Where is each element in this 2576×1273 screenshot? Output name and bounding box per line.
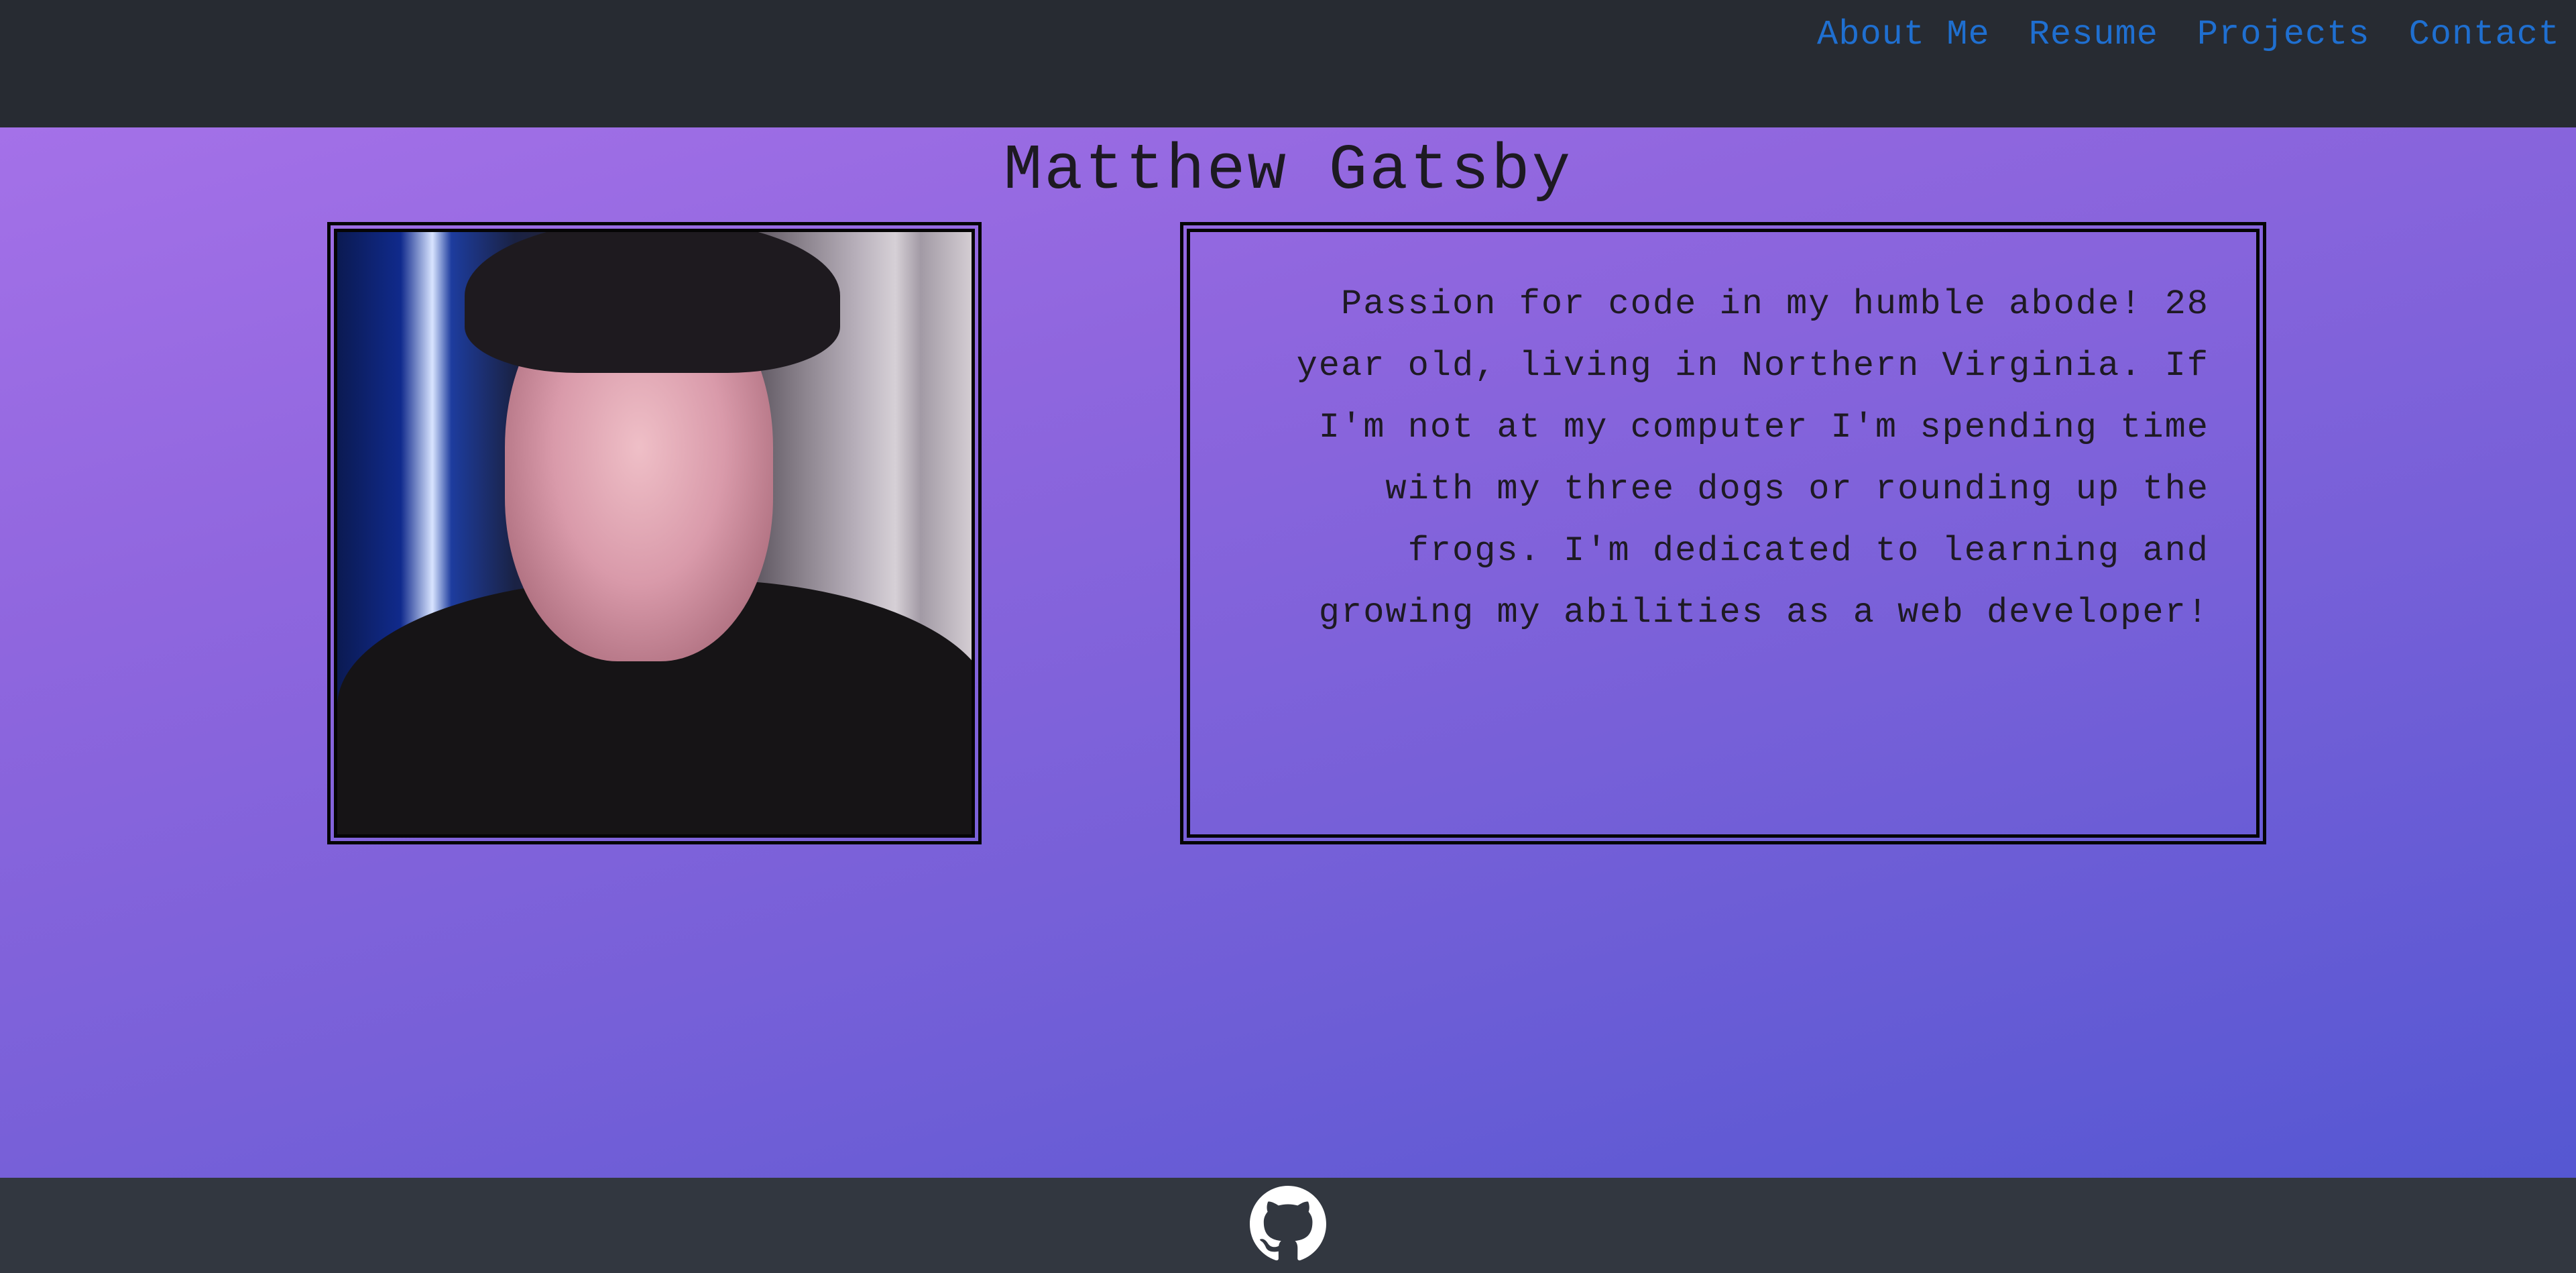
github-icon[interactable] — [1250, 1186, 1326, 1262]
photo-hair — [465, 232, 840, 373]
about-section: Matthew Gatsby Passion for code in my hu… — [0, 127, 2576, 1178]
bio-text: Passion for code in my humble abode! 28 … — [1296, 284, 2209, 632]
page-title: Matthew Gatsby — [1003, 134, 1573, 207]
site-footer — [0, 1178, 2576, 1273]
site-header: About Me Resume Projects Contact — [0, 0, 2576, 127]
nav-projects[interactable]: Projects — [2197, 15, 2370, 54]
nav-resume[interactable]: Resume — [2029, 15, 2158, 54]
profile-photo-frame — [327, 222, 982, 844]
profile-photo — [337, 232, 972, 834]
main-nav: About Me Resume Projects Contact — [1817, 15, 2560, 54]
nav-contact[interactable]: Contact — [2409, 15, 2560, 54]
nav-about-me[interactable]: About Me — [1817, 15, 1990, 54]
bio-box: Passion for code in my humble abode! 28 … — [1180, 222, 2266, 844]
